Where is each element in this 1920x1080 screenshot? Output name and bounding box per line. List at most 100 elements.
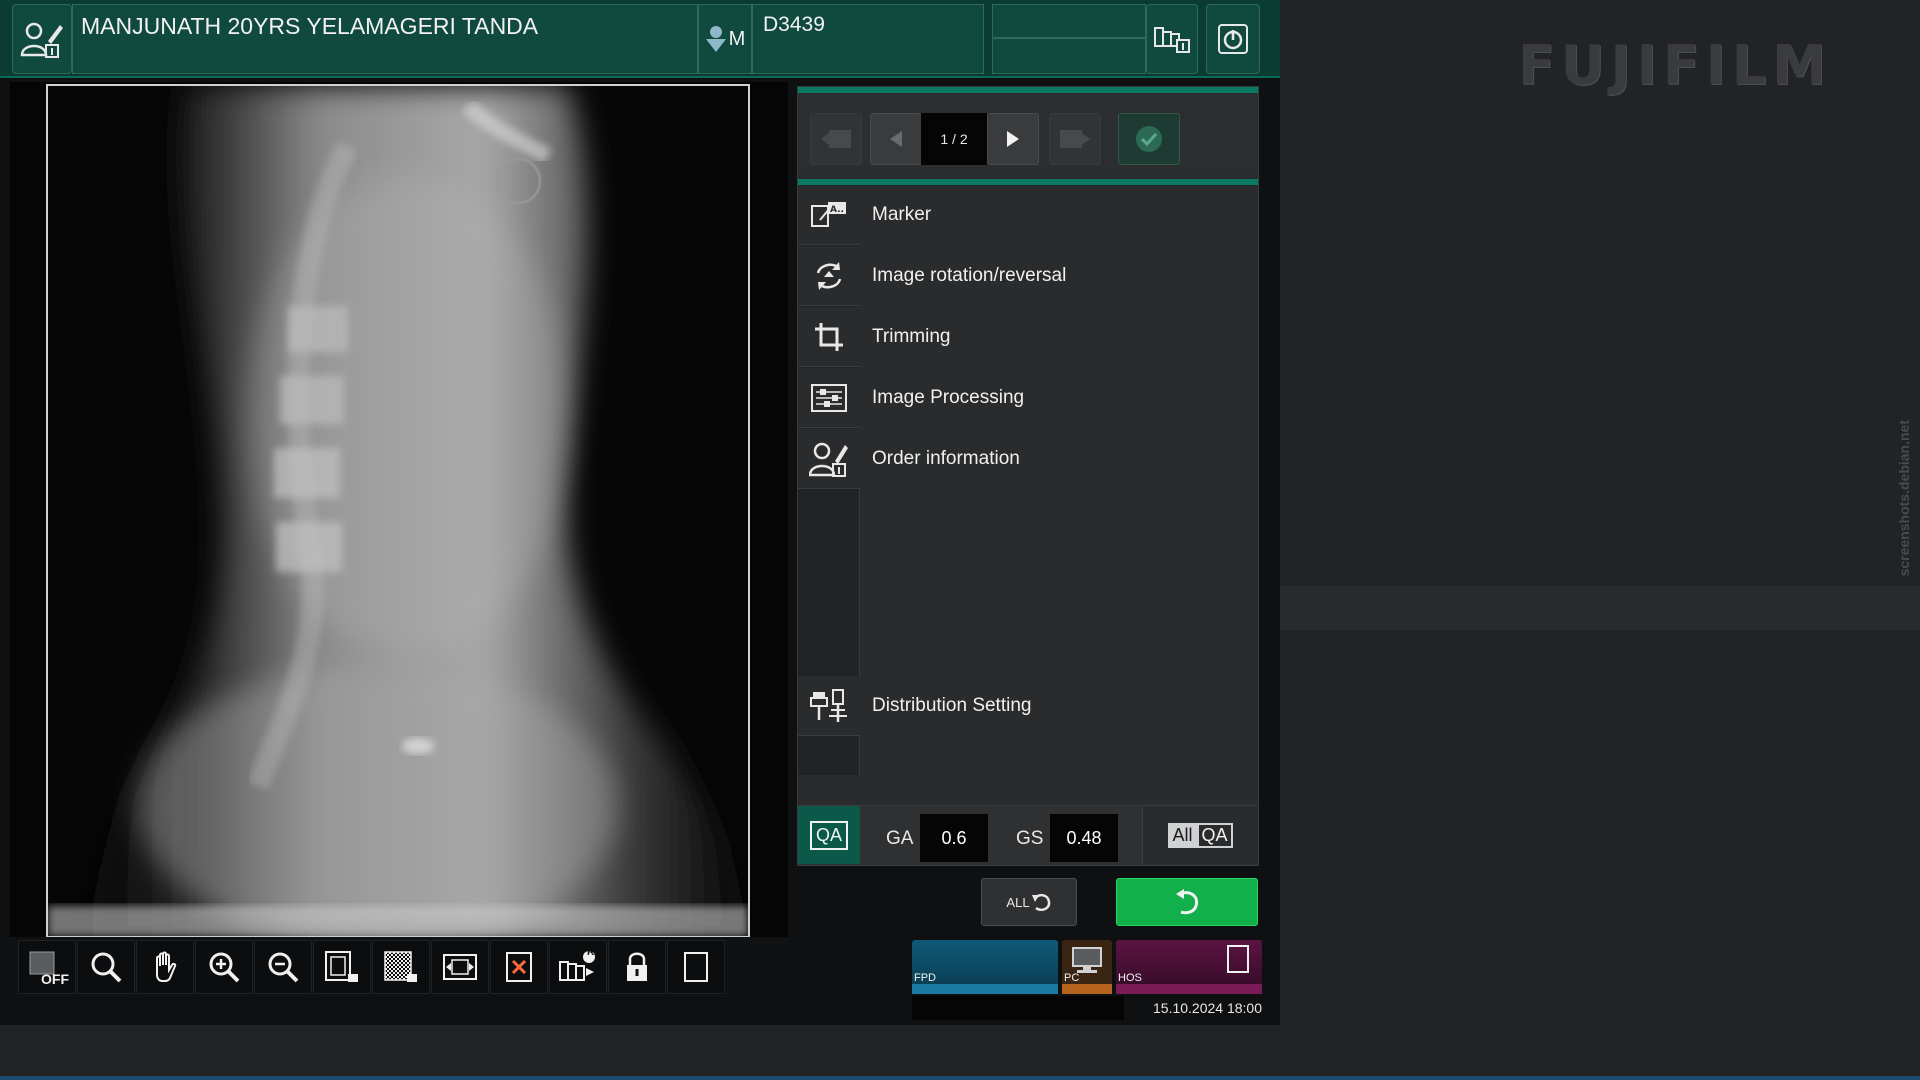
sex-cell: M — [698, 4, 752, 74]
qa-toggle-button[interactable]: QA — [798, 806, 860, 864]
all-qa-label: QA — [1196, 822, 1233, 848]
hos-label: HOS — [1118, 972, 1142, 984]
power-icon — [1218, 24, 1248, 54]
watermark-text: screenshots.debian.net — [1896, 420, 1912, 577]
status-message-area — [912, 996, 1124, 1020]
menu-item-trimming[interactable]: Trimming — [798, 307, 1258, 367]
right-arrow-icon — [1007, 131, 1019, 147]
pin-study-button[interactable]: R — [549, 940, 607, 994]
fit-frame-button[interactable] — [313, 940, 371, 994]
zoom-in-button[interactable] — [195, 940, 253, 994]
first-image-button[interactable] — [810, 113, 862, 165]
pan-button[interactable] — [136, 940, 194, 994]
patient-edit-button[interactable] — [12, 4, 72, 74]
xray-image[interactable] — [46, 84, 750, 938]
reject-icon — [506, 952, 532, 982]
xray-rendering — [48, 86, 748, 936]
menu-item-image-processing[interactable]: Image Processing — [798, 368, 1258, 428]
pc-label: PC — [1064, 972, 1080, 984]
patient-id-cell: D3439 — [752, 4, 984, 74]
zoom-out-button[interactable] — [254, 940, 312, 994]
order-info-icon — [798, 429, 860, 489]
check-icon — [1136, 126, 1162, 152]
menu-item-distribution-setting[interactable]: Distribution Setting — [798, 676, 1258, 736]
qa-row: QA GA 0.6 GS 0.48 All QA — [798, 805, 1258, 865]
all-undo-label: ALL — [1006, 894, 1030, 910]
menu-item-rotation[interactable]: Image rotation/reversal — [798, 246, 1258, 306]
fpd-status[interactable]: FPD — [912, 940, 1058, 994]
zoom-out-icon — [268, 952, 299, 983]
distribution-icon — [798, 676, 860, 736]
hand-icon — [156, 951, 177, 982]
menu-label-order-information: Order information — [872, 448, 1020, 469]
pin-badge: R — [587, 947, 595, 958]
menu-label-marker: Marker — [872, 204, 932, 225]
hos-status[interactable]: HOS — [1116, 940, 1262, 994]
menu-label-rotation: Image rotation/reversal — [872, 265, 1067, 286]
console-window: MANJUNATH 20YRS YELAMAGERI TANDA M D3439 — [0, 0, 1280, 1025]
rotation-icon — [798, 246, 860, 306]
undo-button[interactable] — [1116, 878, 1258, 926]
patient-name: MANJUNATH 20YRS YELAMAGERI TANDA — [81, 13, 539, 39]
blank-frame-button[interactable] — [667, 940, 725, 994]
last-image-button[interactable] — [1049, 113, 1101, 165]
header-info-lower — [992, 38, 1146, 74]
previous-image-button[interactable] — [870, 113, 922, 165]
pc-monitor-icon — [1072, 947, 1102, 973]
patient-name-cell: MANJUNATH 20YRS YELAMAGERI TANDA — [72, 4, 698, 74]
gs-label: GS — [1016, 828, 1044, 849]
lock-button[interactable] — [608, 940, 666, 994]
patient-header: MANJUNATH 20YRS YELAMAGERI TANDA M D3439 — [0, 0, 1280, 78]
menu-item-marker[interactable]: A.. Marker — [798, 185, 1258, 245]
crop-icon — [798, 307, 860, 367]
patient-edit-icon — [20, 22, 63, 58]
fit-width-button[interactable] — [431, 940, 489, 994]
confirm-image-button[interactable] — [1118, 113, 1180, 165]
image-pager: 1 / 2 — [798, 87, 1258, 175]
hos-document-icon — [1227, 945, 1249, 973]
ga-label: GA — [886, 828, 914, 849]
zoom-in-icon — [209, 952, 240, 983]
all-qa-button[interactable]: All QA — [1142, 806, 1258, 864]
right-backdrop-band — [1280, 586, 1920, 630]
annotation-off-button[interactable]: OFF — [18, 940, 76, 994]
grid-view-button[interactable] — [372, 940, 430, 994]
power-button[interactable] — [1206, 4, 1260, 74]
menu-label-distribution-setting: Distribution Setting — [872, 695, 1032, 716]
image-edit-panel: 1 / 2 A.. Marker Image rotation/reversal… — [797, 86, 1259, 866]
patient-sex: M — [728, 27, 746, 50]
gs-value[interactable]: 0.48 — [1050, 814, 1118, 862]
delete-image-button[interactable] — [490, 940, 548, 994]
pc-status[interactable]: PC — [1062, 940, 1112, 994]
header-info-upper — [992, 4, 1146, 38]
viewer-toolbar: OFF R — [10, 937, 788, 997]
next-image-button[interactable] — [987, 113, 1039, 165]
image-viewer[interactable] — [10, 82, 788, 940]
fit-width-icon — [443, 954, 477, 980]
fit-frame-icon — [325, 951, 358, 982]
menu-label-image-processing: Image Processing — [872, 387, 1025, 408]
study-info-icon — [1154, 27, 1190, 53]
study-info-button[interactable] — [1146, 4, 1198, 74]
svg-text:A..: A.. — [830, 205, 844, 215]
ga-value[interactable]: 0.6 — [920, 814, 988, 862]
page-indicator: 1 / 2 — [921, 113, 987, 165]
fpd-label: FPD — [914, 972, 936, 984]
lock-icon — [627, 952, 647, 981]
sliders-icon — [798, 368, 860, 428]
undo-arrow-icon — [1176, 889, 1199, 915]
first-image-icon — [821, 130, 851, 148]
bottom-accent-line — [0, 1076, 1920, 1080]
menu-label-trimming: Trimming — [872, 326, 951, 347]
menu-item-order-information[interactable]: Order information — [798, 429, 1258, 489]
patient-id: D3439 — [763, 13, 825, 36]
qa-label: QA — [809, 820, 848, 850]
date-time: 15.10.2024 18:00 — [1153, 1000, 1262, 1016]
blank-frame-icon — [684, 952, 708, 982]
off-label: OFF — [41, 971, 69, 987]
magnify-button[interactable] — [77, 940, 135, 994]
last-image-icon — [1060, 130, 1090, 148]
all-undo-button[interactable]: ALL — [981, 878, 1077, 926]
all-label: All — [1168, 822, 1197, 848]
magnifier-icon — [91, 952, 122, 983]
